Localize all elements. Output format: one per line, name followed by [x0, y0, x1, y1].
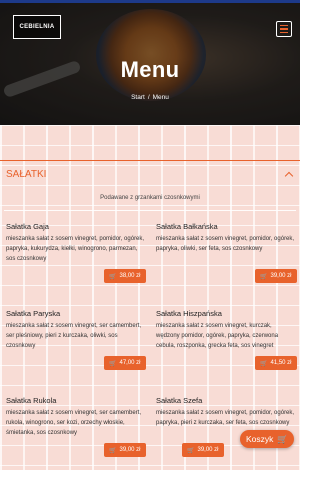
item-name: Sałatka Paryska [6, 309, 61, 318]
add-to-cart-button[interactable]: 🛒 39,00 zł [182, 443, 224, 457]
menu-item: Sałatka Gaja mieszanka sałat z sosem vin… [6, 222, 146, 264]
page-title: Menu [120, 57, 180, 82]
breadcrumb-home-link[interactable]: Start [131, 94, 145, 101]
item-price: 39,00 zł [270, 273, 292, 279]
item-description: mieszanka sałat z sosem vinegret, ser ca… [6, 410, 142, 436]
cart-label: Koszyk [246, 434, 274, 444]
item-name: Sałatka Szefa [156, 396, 203, 405]
add-to-cart-button[interactable]: 🛒 47,00 zł [104, 356, 146, 370]
logo-text: CEBIELNIA [19, 24, 55, 30]
item-name: Sałatka Rukola [6, 396, 57, 405]
item-price: 39,00 zł [197, 447, 219, 453]
item-price: 47,00 zł [119, 360, 141, 366]
cart-icon: 🛒 [109, 360, 117, 367]
cart-button[interactable]: Koszyk 🛒 [240, 430, 294, 448]
add-to-cart-button[interactable]: 🛒 38,00 zł [104, 269, 146, 283]
item-name: Sałatka Gaja [6, 222, 49, 231]
menu-item: Sałatka Rukola mieszanka sałat z sosem v… [6, 396, 146, 438]
add-to-cart-button[interactable]: 🛒 39,00 zł [255, 269, 297, 283]
item-description: mieszanka sałat z sosem vinegret, pomido… [156, 236, 295, 252]
menu-item: Sałatka Szefa mieszanka sałat z sosem vi… [156, 396, 296, 428]
breadcrumb-current: Menu [152, 94, 169, 101]
item-name: Sałatka Bałkańska [156, 222, 218, 231]
add-to-cart-button[interactable]: 🛒 41,50 zł [255, 356, 297, 370]
menu-item: Sałatka Bałkańska mieszanka sałat z sose… [156, 222, 296, 254]
site-logo[interactable]: CEBIELNIA [13, 15, 61, 39]
item-price: 41,50 zł [270, 360, 292, 366]
cart-icon: 🛒 [187, 447, 195, 454]
item-name: Sałatka Hiszpańska [156, 309, 222, 318]
category-title: SAŁATKI [6, 168, 47, 180]
hamburger-icon[interactable] [276, 21, 292, 37]
note-divider [4, 210, 296, 211]
cart-icon: 🛒 [277, 433, 288, 444]
item-price: 39,00 zł [119, 447, 141, 453]
category-header-salatki[interactable]: SAŁATKI [0, 161, 300, 187]
cart-icon: 🛒 [109, 273, 117, 280]
breadcrumb: Start / Menu [0, 94, 300, 101]
item-price: 38,00 zł [119, 273, 141, 279]
category-note: Podawane z grzankami czosnkowymi [100, 195, 200, 201]
breadcrumb-separator: / [147, 94, 150, 101]
item-description: mieszanka sałat z sosem vinegret, pomido… [6, 236, 145, 262]
cart-icon: 🛒 [109, 447, 117, 454]
cart-icon: 🛒 [260, 360, 268, 367]
add-to-cart-button[interactable]: 🛒 39,00 zł [104, 443, 146, 457]
menu-item: Sałatka Hiszpańska mieszanka sałat z sos… [156, 309, 296, 351]
chevron-up-icon[interactable] [284, 171, 294, 180]
item-description: mieszanka sałat z sosem vinegret, pomido… [156, 410, 295, 426]
item-description: mieszanka sałat z sosem vinegret, kurcza… [156, 323, 279, 349]
menu-item: Sałatka Paryska mieszanka sałat z sosem … [6, 309, 146, 351]
cart-icon: 🛒 [260, 273, 268, 280]
item-description: mieszanka sałat z sosem vinegret, ser ca… [6, 323, 142, 349]
